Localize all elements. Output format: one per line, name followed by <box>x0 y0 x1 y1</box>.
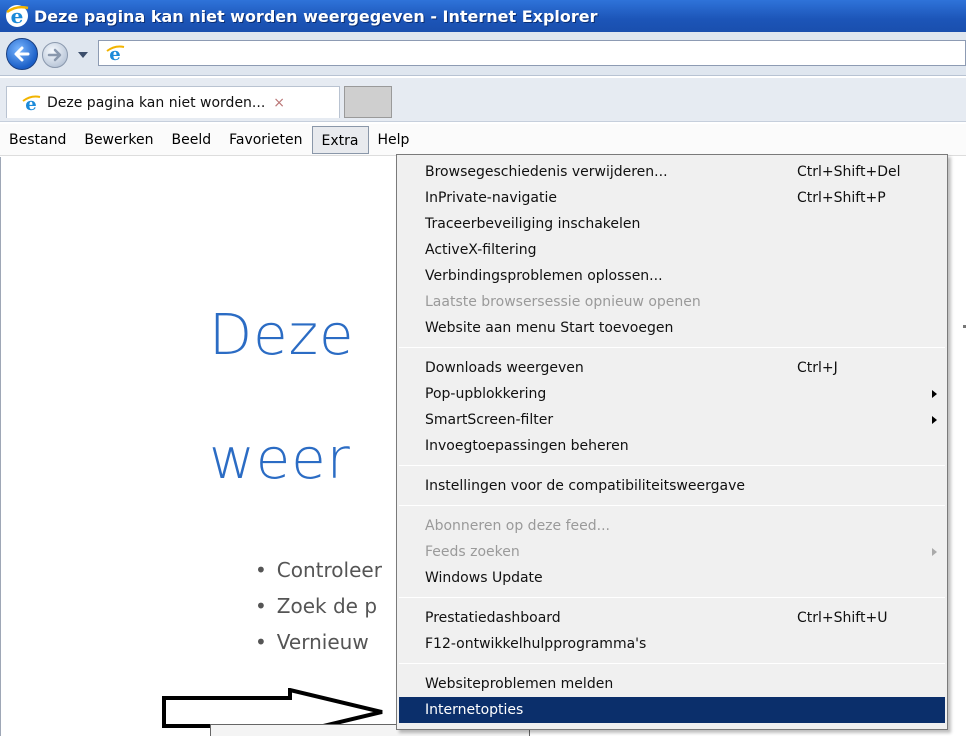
menu-item-f12[interactable]: F12-ontwikkelhulpprogramma's <box>397 631 947 657</box>
menu-item-abonneren-feed: Abonneren op deze feed... <box>425 518 610 534</box>
back-button[interactable] <box>6 38 38 70</box>
tab-bar: e Deze pagina kan niet worden... × <box>0 78 966 122</box>
tab-title: Deze pagina kan niet worden... <box>47 94 266 111</box>
menu-item-browsegeschiedenis[interactable]: Browsegeschiedenis verwijderen... Ctrl+S… <box>397 159 947 185</box>
back-arrow-icon <box>14 46 30 62</box>
menu-item-popupblokkering[interactable]: Pop-upblokkering <box>397 381 947 407</box>
submenu-arrow-icon <box>932 416 937 424</box>
forward-button[interactable] <box>42 42 68 68</box>
menu-item-internetopties[interactable]: Internetopties <box>399 697 945 723</box>
list-item: Zoek de p <box>255 588 382 624</box>
menu-item-windows-update[interactable]: Windows Update <box>397 565 947 591</box>
menu-help[interactable]: Help <box>369 126 419 154</box>
navigation-bar: e <box>0 32 966 76</box>
menu-item-compatibiliteit[interactable]: Instellingen voor de compatibiliteitswee… <box>397 473 947 499</box>
dropdown-arrow-icon[interactable] <box>78 52 88 58</box>
menu-separator <box>399 663 945 664</box>
menu-bewerken[interactable]: Bewerken <box>75 126 162 154</box>
suggestion-list: Controleer Zoek de p Vernieuw <box>255 552 382 660</box>
extra-menu-dropdown: Browsegeschiedenis verwijderen... Ctrl+S… <box>396 154 948 730</box>
ie-logo-icon: e <box>106 44 125 63</box>
window-title: Deze pagina kan niet worden weergegeven … <box>34 6 598 26</box>
menu-item-traceerbeveiliging[interactable]: Traceerbeveiliging inschakelen <box>397 211 947 237</box>
page-headline-line-1: Deze <box>209 303 355 368</box>
new-tab-button[interactable] <box>344 86 392 118</box>
menu-item-downloads[interactable]: Downloads weergeven Ctrl+J <box>397 355 947 381</box>
list-item: Controleer <box>255 552 382 588</box>
menu-bestand[interactable]: Bestand <box>0 126 75 154</box>
menu-item-invoegtoepassingen[interactable]: Invoegtoepassingen beheren <box>397 433 947 459</box>
menu-item-laatste-sessie: Laatste browsersessie opnieuw openen <box>425 294 701 310</box>
ie-logo-icon: e <box>22 94 41 113</box>
menu-separator <box>399 465 945 466</box>
menu-item-verbindingsproblemen[interactable]: Verbindingsproblemen oplossen... <box>397 263 947 289</box>
title-bar: e Deze pagina kan niet worden weergegeve… <box>0 0 966 32</box>
ie-logo-icon: e <box>6 4 29 28</box>
menu-item-prestatiedashboard[interactable]: Prestatiedashboard Ctrl+Shift+U <box>397 605 947 631</box>
menu-beeld[interactable]: Beeld <box>162 126 220 154</box>
menu-separator <box>399 505 945 506</box>
menu-item-smartscreen[interactable]: SmartScreen-filter <box>397 407 947 433</box>
menu-bar: Bestand Bewerken Beeld Favorieten Extra … <box>0 124 966 156</box>
address-bar[interactable]: e <box>98 40 966 66</box>
menu-extra[interactable]: Extra <box>311 125 369 154</box>
menu-item-websiteproblemen[interactable]: Websiteproblemen melden <box>397 671 947 697</box>
forward-arrow-icon <box>47 48 62 62</box>
menu-item-inprivate[interactable]: InPrivate-navigatie Ctrl+Shift+P <box>397 185 947 211</box>
submenu-arrow-icon <box>932 548 937 556</box>
submenu-arrow-icon <box>932 390 937 398</box>
menu-item-website-start[interactable]: Website aan menu Start toevoegen <box>397 315 947 341</box>
close-icon[interactable]: × <box>273 95 285 111</box>
menu-item-feeds-zoeken: Feeds zoeken <box>397 539 947 565</box>
menu-separator <box>399 347 945 348</box>
tab-active[interactable]: e Deze pagina kan niet worden... × <box>6 86 340 118</box>
menu-item-activex-filtering[interactable]: ActiveX-filtering <box>397 237 947 263</box>
list-item: Vernieuw <box>255 624 382 660</box>
menu-favorieten[interactable]: Favorieten <box>220 126 311 154</box>
page-headline-line-2: weer <box>209 427 351 492</box>
menu-separator <box>399 597 945 598</box>
